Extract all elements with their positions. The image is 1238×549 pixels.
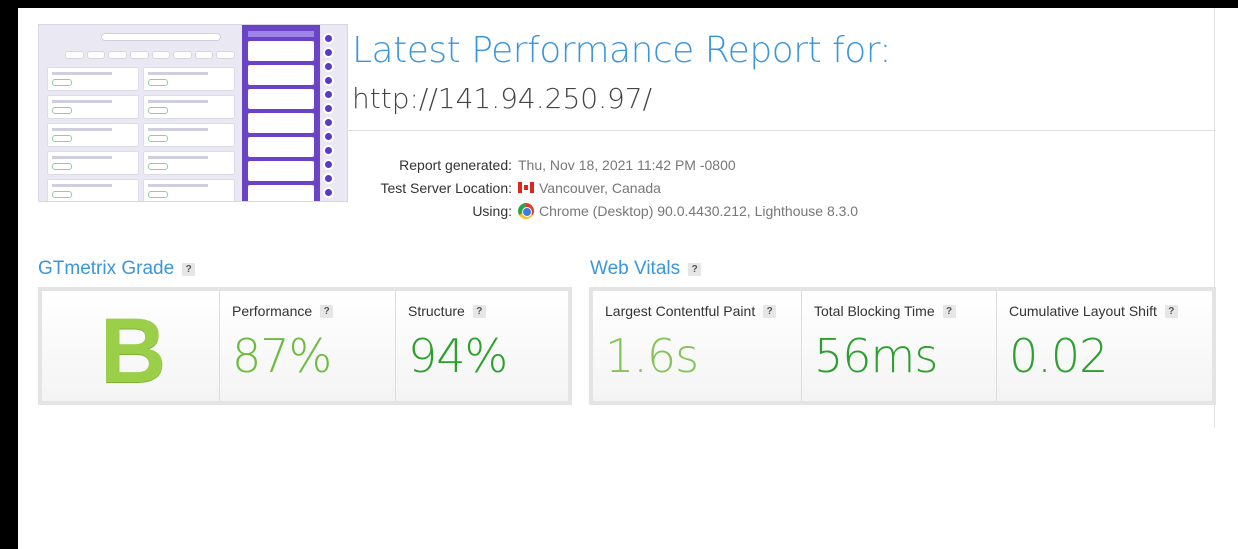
help-icon[interactable]: ? (472, 304, 486, 318)
section-title: GTmetrix Grade (38, 258, 175, 279)
help-icon[interactable]: ? (1164, 304, 1178, 318)
report-meta: Report generated: Thu, Nov 18, 2021 11:4… (348, 153, 948, 222)
gtmetrix-grade-box: B Performance? 87% Structure? 94% (38, 287, 572, 405)
report-title: Latest Performance Report for: (352, 30, 892, 71)
cls-value: 0.02 (1009, 329, 1108, 383)
meta-value: Thu, Nov 18, 2021 11:42 PM -0800 (518, 156, 736, 173)
help-icon[interactable]: ? (688, 262, 702, 276)
structure-panel: Structure? 94% (396, 291, 568, 401)
lcp-panel: Largest Contentful Paint? 1.6s (593, 291, 802, 401)
help-icon[interactable]: ? (182, 262, 196, 276)
grade-panel: B (42, 291, 220, 402)
report-url[interactable]: http://141.94.250.97/ (352, 82, 652, 115)
web-vitals-heading: Web Vitals ? (590, 258, 702, 280)
chrome-icon (518, 202, 534, 219)
meta-label: Report generated: (399, 156, 512, 173)
meta-value: Chrome (Desktop) 90.0.4430.212, Lighthou… (539, 202, 859, 219)
gtmetrix-grade-heading: GTmetrix Grade ? (38, 258, 196, 280)
web-vitals-box: Largest Contentful Paint? 1.6s Total Blo… (589, 287, 1216, 405)
grade-letter: B (100, 300, 167, 402)
metric-label: Structure (408, 303, 465, 319)
right-border (1214, 8, 1215, 428)
performance-panel: Performance? 87% (220, 291, 396, 401)
tbt-panel: Total Blocking Time? 56ms (802, 291, 997, 401)
help-icon[interactable]: ? (763, 304, 777, 318)
report-page: Latest Performance Report for: http://14… (18, 8, 1238, 549)
divider (348, 130, 1216, 131)
meta-value: Vancouver, Canada (539, 179, 661, 196)
meta-label: Test Server Location: (380, 179, 512, 196)
structure-score: 94% (408, 329, 508, 383)
metric-label: Performance (232, 303, 313, 319)
metric-label: Total Blocking Time (814, 303, 935, 319)
help-icon[interactable]: ? (942, 304, 956, 318)
page-screenshot-thumbnail[interactable] (38, 24, 348, 202)
lcp-value: 1.6s (605, 329, 699, 383)
section-title: Web Vitals (590, 258, 681, 279)
meta-row-generated: Report generated: Thu, Nov 18, 2021 11:4… (348, 153, 948, 176)
help-icon[interactable]: ? (320, 304, 334, 318)
metric-label: Cumulative Layout Shift (1009, 303, 1157, 319)
performance-score: 87% (232, 329, 332, 383)
cls-panel: Cumulative Layout Shift? 0.02 (997, 291, 1212, 401)
metric-label: Largest Contentful Paint (605, 303, 756, 319)
meta-row-location: Test Server Location: Vancouver, Canada (348, 176, 948, 199)
tbt-value: 56ms (814, 329, 938, 383)
meta-row-using: Using: Chrome (Desktop) 90.0.4430.212, L… (348, 199, 948, 222)
meta-label: Using: (472, 202, 512, 219)
canada-flag-icon (518, 182, 534, 193)
